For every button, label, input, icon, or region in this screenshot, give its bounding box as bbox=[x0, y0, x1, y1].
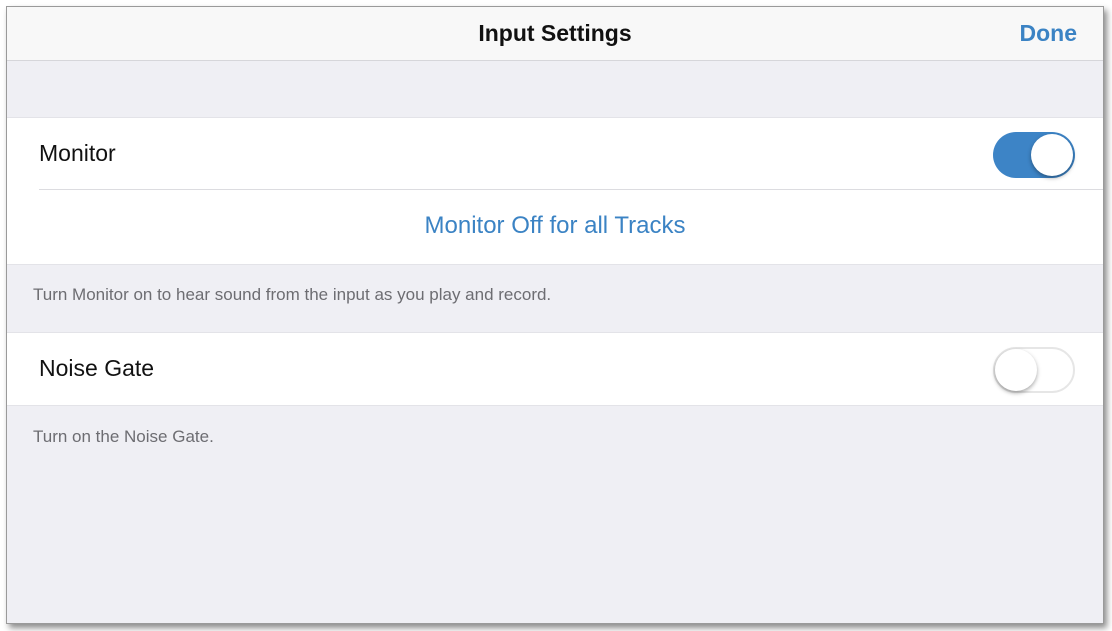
noise-gate-footer-text: Turn on the Noise Gate. bbox=[33, 427, 214, 446]
noise-gate-group: Noise Gate bbox=[7, 332, 1103, 406]
monitor-off-all-row[interactable]: Monitor Off for all Tracks bbox=[7, 190, 1103, 264]
noise-gate-label: Noise Gate bbox=[39, 355, 155, 381]
noise-gate-toggle[interactable] bbox=[993, 347, 1075, 393]
navigation-bar: Input Settings Done bbox=[7, 7, 1103, 61]
monitor-footer-text: Turn Monitor on to hear sound from the i… bbox=[33, 285, 552, 304]
monitor-row: Monitor bbox=[7, 118, 1103, 190]
monitor-toggle[interactable] bbox=[993, 132, 1075, 178]
done-button[interactable]: Done bbox=[1020, 20, 1078, 47]
toggle-knob bbox=[995, 349, 1037, 391]
settings-panel: Input Settings Done Monitor Monitor Off … bbox=[6, 6, 1104, 624]
toggle-knob bbox=[1031, 134, 1073, 176]
monitor-off-all-tracks-button[interactable]: Monitor Off for all Tracks bbox=[425, 212, 686, 240]
monitor-group: Monitor Monitor Off for all Tracks bbox=[7, 117, 1103, 265]
monitor-label: Monitor bbox=[39, 140, 116, 166]
noise-gate-row: Noise Gate bbox=[7, 333, 1103, 405]
page-title: Input Settings bbox=[478, 20, 632, 46]
